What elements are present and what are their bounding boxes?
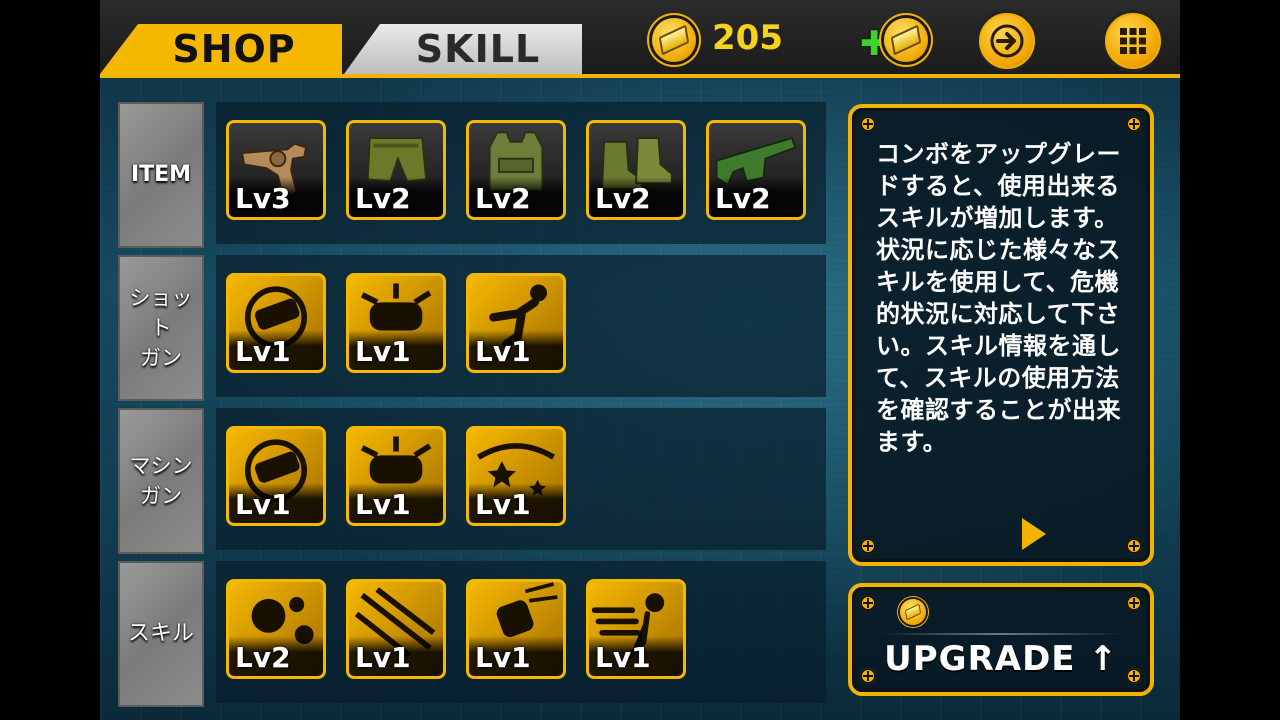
row-label-text: スキル — [127, 621, 194, 646]
add-gold-button[interactable] — [884, 18, 928, 62]
divider — [880, 633, 1122, 635]
bolt-icon — [1126, 595, 1142, 611]
row-panel-machinegun: Lv1 Lv1 Lv1 — [216, 408, 826, 550]
row-panel-item: Lv3 Lv2 Lv2 Lv2 Lv2 — [216, 102, 826, 244]
level-label: Lv1 — [589, 636, 683, 676]
gold-icon — [652, 18, 696, 62]
skill-slot-blast[interactable]: Lv1 — [346, 426, 446, 526]
level-label: Lv2 — [229, 636, 323, 676]
level-label: Lv3 — [229, 177, 323, 217]
level-label: Lv1 — [349, 330, 443, 370]
tab-skill[interactable]: SKILL — [344, 24, 582, 74]
level-label: Lv2 — [709, 177, 803, 217]
row-label-shotgun: ショット ガン — [118, 255, 204, 401]
skill-slot-explosion[interactable]: Lv2 — [226, 579, 326, 679]
level-label: Lv1 — [469, 636, 563, 676]
row-label-skill: スキル — [118, 561, 204, 707]
level-label: Lv1 — [469, 330, 563, 370]
skill-slot-blast[interactable]: Lv1 — [346, 273, 446, 373]
item-slot-sunglasses[interactable]: Lv2 — [706, 120, 806, 220]
level-label: Lv2 — [589, 177, 683, 217]
grid-icon — [1120, 28, 1146, 54]
item-slot-vest[interactable]: Lv2 — [466, 120, 566, 220]
bolt-icon — [860, 538, 876, 554]
gold-cost-icon — [900, 599, 926, 625]
row-label-item: ITEM — [118, 102, 204, 248]
item-slot-boots[interactable]: Lv2 — [586, 120, 686, 220]
row-panel-shotgun: Lv1 Lv1 Lv1 — [216, 255, 826, 397]
gold-count: 205 — [712, 18, 783, 58]
skill-slot-star[interactable]: Lv1 — [466, 426, 566, 526]
arrow-right-icon — [990, 24, 1024, 58]
menu-button[interactable] — [1102, 10, 1164, 72]
row-panel-skill: Lv2 Lv1 Lv1 Lv1 — [216, 561, 826, 703]
info-panel: コンボをアップグレードすると、使用出来るスキルが増加します。状況に応じた様々なス… — [848, 104, 1154, 566]
next-button[interactable] — [976, 10, 1038, 72]
bolt-icon — [1126, 116, 1142, 132]
level-label: Lv1 — [349, 636, 443, 676]
skill-slot-reload[interactable]: Lv1 — [226, 273, 326, 373]
info-description: コンボをアップグレードすると、使用出来るスキルが増加します。状況に応じた様々なス… — [876, 140, 1121, 456]
level-label: Lv1 — [229, 330, 323, 370]
game-screen: SHOP SKILL 205 ✚ ITEM Lv3 Lv2 Lv2 Lv2 Lv… — [100, 0, 1180, 720]
skill-slot-bullet[interactable]: Lv1 — [346, 579, 446, 679]
row-label-machinegun: マシン ガン — [118, 408, 204, 554]
top-bar: SHOP SKILL 205 ✚ — [100, 0, 1180, 78]
next-page-arrow-icon[interactable] — [1022, 518, 1046, 550]
bolt-icon — [1126, 538, 1142, 554]
skill-slot-reload[interactable]: Lv1 — [226, 426, 326, 526]
level-label: Lv1 — [469, 483, 563, 523]
row-label-text: ITEM — [130, 162, 192, 187]
level-label: Lv2 — [349, 177, 443, 217]
item-slot-revolver[interactable]: Lv3 — [226, 120, 326, 220]
upgrade-label: UPGRADE ↑ — [884, 639, 1118, 679]
skill-slot-dash[interactable]: Lv1 — [586, 579, 686, 679]
skill-slot-punch[interactable]: Lv1 — [466, 579, 566, 679]
level-label: Lv2 — [469, 177, 563, 217]
bolt-icon — [860, 595, 876, 611]
level-label: Lv1 — [229, 483, 323, 523]
item-slot-pants[interactable]: Lv2 — [346, 120, 446, 220]
row-label-text: ショット ガン — [129, 286, 193, 370]
row-label-text: マシン ガン — [129, 454, 193, 508]
upgrade-button[interactable]: UPGRADE ↑ — [848, 583, 1154, 696]
bolt-icon — [860, 116, 876, 132]
tab-shop[interactable]: SHOP — [100, 24, 342, 74]
skill-slot-kick[interactable]: Lv1 — [466, 273, 566, 373]
level-label: Lv1 — [349, 483, 443, 523]
